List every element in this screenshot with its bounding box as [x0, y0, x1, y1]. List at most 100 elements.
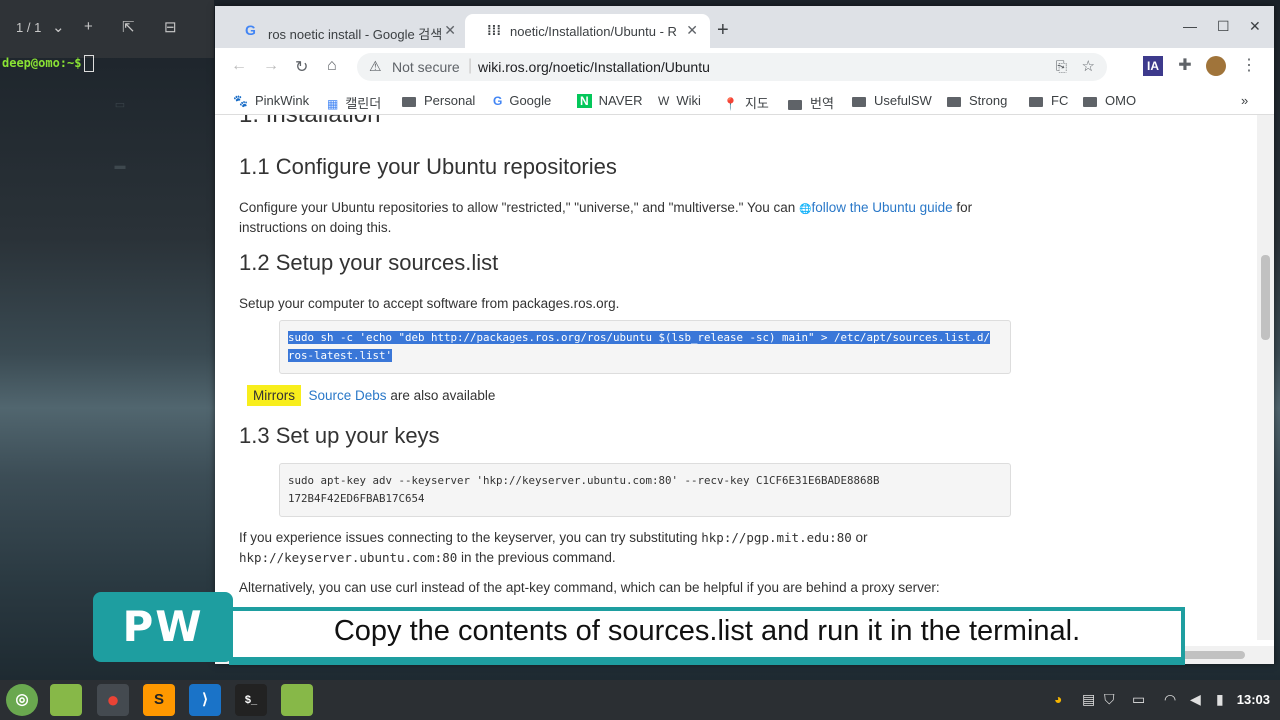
sublime-icon[interactable]: S [143, 684, 175, 716]
code-line: sudo apt-key adv --keyserver 'hkp://keys… [288, 474, 880, 487]
new-tab-button[interactable]: + [717, 19, 729, 42]
close-icon[interactable]: ✕ [444, 22, 456, 39]
terminal-app-icon[interactable]: $_ [235, 684, 267, 716]
minimize-icon[interactable]: — [1183, 18, 1197, 34]
section-title: 1.3 Set up your keys [239, 423, 440, 448]
terminal-titlebar: 1 / 1 ⌄ + ⇱ ⊟ [0, 0, 214, 58]
ubuntu-guide-link[interactable]: 🌐follow the Ubuntu guide [799, 200, 953, 215]
home-desktop-icon[interactable]: ▬ [75, 160, 165, 172]
folder-icon [788, 99, 802, 110]
clipboard-icon[interactable]: ▤ [1082, 691, 1095, 708]
ros-icon: ⁞⁞⁞ [487, 22, 501, 38]
plus-icon[interactable]: + [84, 18, 93, 35]
bookmark-pinkwink[interactable]: 🐾 PinkWink [233, 93, 309, 108]
home-icon[interactable]: ⌂ [327, 57, 337, 75]
security-status[interactable]: Not secure [392, 59, 460, 75]
wifi-icon[interactable]: ◠ [1164, 691, 1176, 708]
kebab-menu-icon[interactable]: ⋮ [1239, 56, 1259, 76]
bookmark-personal[interactable]: Personal [402, 93, 475, 108]
tab-google-search[interactable]: G ros noetic install - Google 검색 ✕ [223, 14, 468, 48]
folder-icon [947, 96, 961, 107]
section-text: Configure your Ubuntu repositories to al… [239, 200, 973, 215]
bookmark-calendar[interactable]: ▦ 캘린더 [327, 93, 381, 112]
maximize-icon[interactable]: ☐ [1217, 18, 1230, 35]
window-close-icon[interactable]: ✕ [1249, 18, 1261, 35]
warning-icon[interactable]: ⚠ [369, 58, 382, 75]
terminal-tab-counter: 1 / 1 [16, 20, 42, 35]
back-icon[interactable]: ← [231, 57, 247, 75]
google-icon: G [493, 94, 503, 108]
wikipedia-icon: W [658, 94, 670, 108]
bookmark-strong[interactable]: Strong [947, 93, 1007, 108]
chevron-down-icon[interactable]: ⌄ [52, 18, 65, 36]
us-flag-icon[interactable]: ▭ [1132, 691, 1145, 708]
bookmark-wiki[interactable]: W Wiki [658, 93, 701, 108]
folder-icon [402, 96, 416, 107]
section-text: Setup your computer to accept software f… [239, 296, 620, 311]
close-icon[interactable]: ✕ [686, 22, 698, 39]
bookmark-translate[interactable]: 번역 [788, 93, 834, 112]
tab-label: ros noetic install - Google 검색 [268, 27, 443, 42]
computer-desktop-icon[interactable]: ▭ [75, 98, 165, 111]
terminal-prompt: deep@omo:~$ [2, 55, 95, 72]
section-title: 1.2 Setup your sources.list [239, 250, 499, 275]
color-picker-icon[interactable]: ◕ [1054, 691, 1062, 707]
more-bookmarks-icon[interactable]: » [1241, 93, 1248, 108]
tab-label: noetic/Installation/Ubuntu - R [510, 24, 677, 39]
google-icon: G [245, 22, 256, 38]
avatar[interactable] [1206, 56, 1226, 76]
mirrors-line: Mirrors Source Debs are also available [247, 385, 1027, 406]
puzzle-icon[interactable]: ✚ [1175, 56, 1195, 76]
code-line: 172B4F42ED6FBAB17C654 [288, 492, 425, 505]
window-icon[interactable]: ⊟ [164, 18, 177, 36]
source-debs-link[interactable]: Source Debs [309, 388, 387, 403]
folder-icon [1029, 96, 1043, 107]
files-icon[interactable] [50, 684, 82, 716]
divider: | [468, 57, 473, 74]
section-text: instructions on doing this. [239, 220, 392, 235]
calendar-icon: ▦ [327, 97, 339, 111]
scrollbar-thumb[interactable] [1261, 255, 1270, 340]
bookmark-omo[interactable]: OMO [1083, 93, 1136, 108]
browser-window: G ros noetic install - Google 검색 ✕ ⁞⁞⁞ n… [215, 6, 1274, 664]
url-text[interactable]: wiki.ros.org/noetic/Installation/Ubuntu [478, 59, 710, 75]
bookmark-map[interactable]: 📍 지도 [723, 93, 769, 112]
address-bar[interactable]: ⚠ Not secure | wiki.ros.org/noetic/Insta… [357, 53, 1107, 81]
star-icon[interactable]: ☆ [1082, 57, 1095, 75]
section-title: 1.1 Configure your Ubuntu repositories [239, 154, 617, 179]
bookmark-google[interactable]: G Google [493, 93, 551, 108]
vscode-icon[interactable]: ⟩ [189, 684, 221, 716]
bookmark-fc[interactable]: FC [1029, 93, 1068, 108]
export-icon[interactable]: ⇱ [122, 18, 135, 36]
mirrors-link[interactable]: Mirrors [247, 385, 301, 406]
subtitle-overlay: PW Copy the contents of sources.list and… [93, 592, 1186, 665]
chrome-icon[interactable]: ● [97, 684, 129, 716]
subtitle-text: Copy the contents of sources.list and ru… [333, 615, 1081, 647]
tab-ros-wiki[interactable]: ⁞⁞⁞ noetic/Installation/Ubuntu - R ✕ [465, 14, 710, 48]
bookmarks-bar: 🐾 PinkWink ▦ 캘린더 Personal G Google N NAVER W… [215, 86, 1274, 115]
bookmark-naver[interactable]: N NAVER [577, 93, 643, 108]
section-text: If you experience issues connecting to t… [239, 530, 868, 545]
selected-code-line[interactable]: ros-latest.list' [288, 349, 393, 362]
selected-code-line[interactable]: sudo sh -c 'echo "deb http://packages.ro… [288, 331, 991, 344]
section-text: hkp://keyserver.ubuntu.com:80 in the pre… [239, 550, 616, 565]
tab-strip: G ros noetic install - Google 검색 ✕ ⁞⁞⁞ n… [215, 6, 1274, 48]
shield-icon[interactable]: ⛉ [1104, 691, 1115, 708]
terminal[interactable]: deep@omo:~$ [0, 52, 214, 77]
volume-icon[interactable]: ◀ [1190, 691, 1201, 708]
folder-icon [1083, 96, 1097, 107]
clock[interactable]: 13:03 [1237, 692, 1270, 707]
terminal-cursor [84, 55, 95, 72]
translate-icon[interactable]: ⎘ [1056, 58, 1067, 75]
forward-icon[interactable]: → [263, 57, 279, 75]
code-block-sources-list[interactable]: sudo sh -c 'echo "deb http://packages.ro… [279, 320, 1011, 374]
vertical-scrollbar[interactable] [1257, 115, 1274, 640]
extension-ia-icon[interactable]: IA [1143, 56, 1163, 76]
mint-menu-icon[interactable]: ◎ [6, 684, 38, 716]
folder-app-icon[interactable] [281, 684, 313, 716]
reload-icon[interactable]: ↻ [295, 57, 308, 77]
code-block-keys[interactable]: sudo apt-key adv --keyserver 'hkp://keys… [279, 463, 1011, 517]
folder-icon [852, 96, 866, 107]
bookmark-usefulsw[interactable]: UsefulSW [852, 93, 932, 108]
battery-icon[interactable]: ▮ [1216, 691, 1224, 708]
